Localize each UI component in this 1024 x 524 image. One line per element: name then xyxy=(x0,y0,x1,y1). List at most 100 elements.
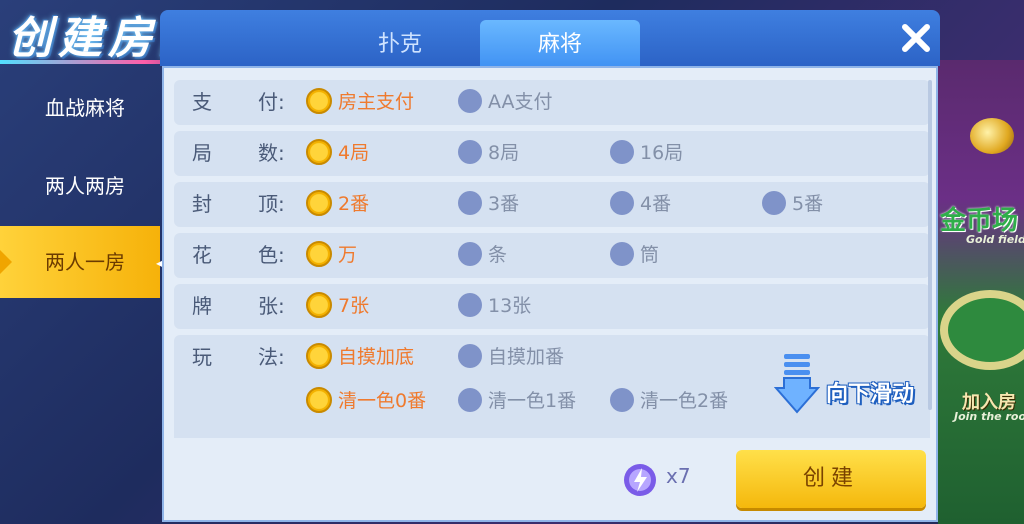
rule-row-suit: 花 色: 万 条 筒 xyxy=(174,233,930,278)
radio-selected-icon xyxy=(306,240,332,267)
radio-selected-icon xyxy=(306,386,332,413)
option-checkbox[interactable]: 清一色1番 xyxy=(458,379,576,424)
radio-icon xyxy=(610,387,634,412)
radio-icon xyxy=(762,190,786,215)
rules-list[interactable]: 支 付: 房主支付 AA支付 局 数: 4局 8局 16局 封 顶: 2番 3番… xyxy=(174,80,930,438)
radio-selected-icon xyxy=(306,87,332,114)
radio-selected-icon xyxy=(306,342,332,369)
coin-decoration-icon xyxy=(970,118,1014,154)
radio-selected-icon xyxy=(306,189,332,216)
tab-poker[interactable]: 扑克 xyxy=(320,20,480,72)
gem-count: x7 xyxy=(666,464,691,488)
rule-label-char: 顶: xyxy=(258,192,285,216)
background-coin-subtitle: Gold field xyxy=(966,233,1024,246)
rule-label-char: 色: xyxy=(258,243,285,267)
option-radio[interactable]: 3番 xyxy=(458,182,519,227)
option-label: 7张 xyxy=(338,295,370,317)
background-coin-title: 金币场 xyxy=(940,206,1019,236)
option-label: 清一色2番 xyxy=(640,390,729,412)
option-label: 筒 xyxy=(640,244,660,266)
rule-label: 支 付: xyxy=(192,80,302,125)
close-icon xyxy=(902,24,930,52)
rule-label-char: 牌 xyxy=(192,294,212,318)
radio-icon xyxy=(458,241,482,266)
rule-label-char: 支 xyxy=(192,90,212,114)
rule-row-rounds: 局 数: 4局 8局 16局 xyxy=(174,131,930,176)
option-radio[interactable]: 7张 xyxy=(306,284,369,329)
option-radio[interactable]: AA支付 xyxy=(458,80,553,125)
scroll-hint-text: 向下滑动 xyxy=(826,382,915,407)
option-checkbox[interactable]: 清一色2番 xyxy=(610,379,728,424)
room-options-panel: 支 付: 房主支付 AA支付 局 数: 4局 8局 16局 封 顶: 2番 3番… xyxy=(162,66,938,522)
option-label: 2番 xyxy=(338,193,370,215)
option-radio[interactable]: 4局 xyxy=(306,131,369,176)
scroll-down-arrow-icon xyxy=(774,354,820,414)
radio-icon xyxy=(458,387,482,412)
option-label: 自摸加番 xyxy=(488,346,565,368)
radio-selected-icon xyxy=(306,138,332,165)
rule-label: 牌 张: xyxy=(192,284,302,329)
radio-icon xyxy=(458,343,482,368)
background-join-subtitle: Join the room xyxy=(954,410,1024,423)
tab-bar: 扑克 麻将 xyxy=(160,10,940,72)
rule-label-char: 付: xyxy=(258,90,285,114)
rule-label-char: 花 xyxy=(192,243,212,267)
radio-icon xyxy=(610,241,634,266)
radio-icon xyxy=(458,88,482,113)
option-label: 5番 xyxy=(792,193,824,215)
sidebar-item-two-player-one-suit[interactable]: 两人一房 xyxy=(0,226,160,298)
option-label: 4番 xyxy=(640,193,672,215)
tab-mahjong[interactable]: 麻将 xyxy=(480,20,640,72)
option-label: 8局 xyxy=(488,142,520,164)
rule-label-char: 法: xyxy=(258,345,285,369)
panel-footer: x7 创建 xyxy=(164,440,936,520)
option-radio[interactable]: 条 xyxy=(458,233,507,278)
sidebar-item-two-player-two-suit[interactable]: 两人两房 xyxy=(0,150,160,222)
option-checkbox[interactable]: 清一色0番 xyxy=(306,379,426,424)
option-radio[interactable]: 房主支付 xyxy=(306,80,414,125)
option-radio[interactable]: 16局 xyxy=(610,131,683,176)
rule-label-char: 封 xyxy=(192,192,212,216)
option-checkbox[interactable]: 自摸加番 xyxy=(458,335,564,380)
option-radio[interactable]: 5番 xyxy=(762,182,823,227)
option-radio[interactable]: 2番 xyxy=(306,182,369,227)
create-room-button[interactable]: 创建 xyxy=(736,450,926,508)
rule-label: 玩 法: xyxy=(192,335,302,380)
rule-label-char: 张: xyxy=(258,294,285,318)
option-radio[interactable]: 万 xyxy=(306,233,357,278)
radio-selected-icon xyxy=(306,291,332,318)
option-label: 3番 xyxy=(488,193,520,215)
rule-label-char: 数: xyxy=(258,141,285,165)
option-label: 清一色0番 xyxy=(338,390,427,412)
option-radio[interactable]: 13张 xyxy=(458,284,531,329)
gem-icon xyxy=(622,462,658,498)
close-button[interactable] xyxy=(896,18,936,58)
radio-icon xyxy=(610,139,634,164)
option-label: 清一色1番 xyxy=(488,390,577,412)
option-label: 4局 xyxy=(338,142,370,164)
option-label: 房主支付 xyxy=(338,91,415,113)
option-checkbox[interactable]: 自摸加底 xyxy=(306,335,414,380)
radio-icon xyxy=(458,292,482,317)
rule-label: 封 顶: xyxy=(192,182,302,227)
option-label: 自摸加底 xyxy=(338,346,415,368)
option-label: 条 xyxy=(488,244,508,266)
radio-icon xyxy=(610,190,634,215)
radio-icon xyxy=(458,190,482,215)
option-radio[interactable]: 8局 xyxy=(458,131,519,176)
option-label: AA支付 xyxy=(488,91,553,113)
option-label: 13张 xyxy=(488,295,532,317)
option-radio[interactable]: 筒 xyxy=(610,233,659,278)
rule-row-cap: 封 顶: 2番 3番 4番 5番 xyxy=(174,182,930,227)
rule-row-payment: 支 付: 房主支付 AA支付 xyxy=(174,80,930,125)
option-label: 万 xyxy=(338,244,358,266)
sidebar-item-xuezhan[interactable]: 血战麻将 xyxy=(0,72,160,144)
rule-label: 局 数: xyxy=(192,131,302,176)
rule-label-char: 玩 xyxy=(192,345,212,369)
rule-label: 花 色: xyxy=(192,233,302,278)
scrollbar[interactable] xyxy=(928,80,932,410)
option-label: 16局 xyxy=(640,142,684,164)
radio-icon xyxy=(458,139,482,164)
option-radio[interactable]: 4番 xyxy=(610,182,671,227)
rule-label-char: 局 xyxy=(192,141,212,165)
